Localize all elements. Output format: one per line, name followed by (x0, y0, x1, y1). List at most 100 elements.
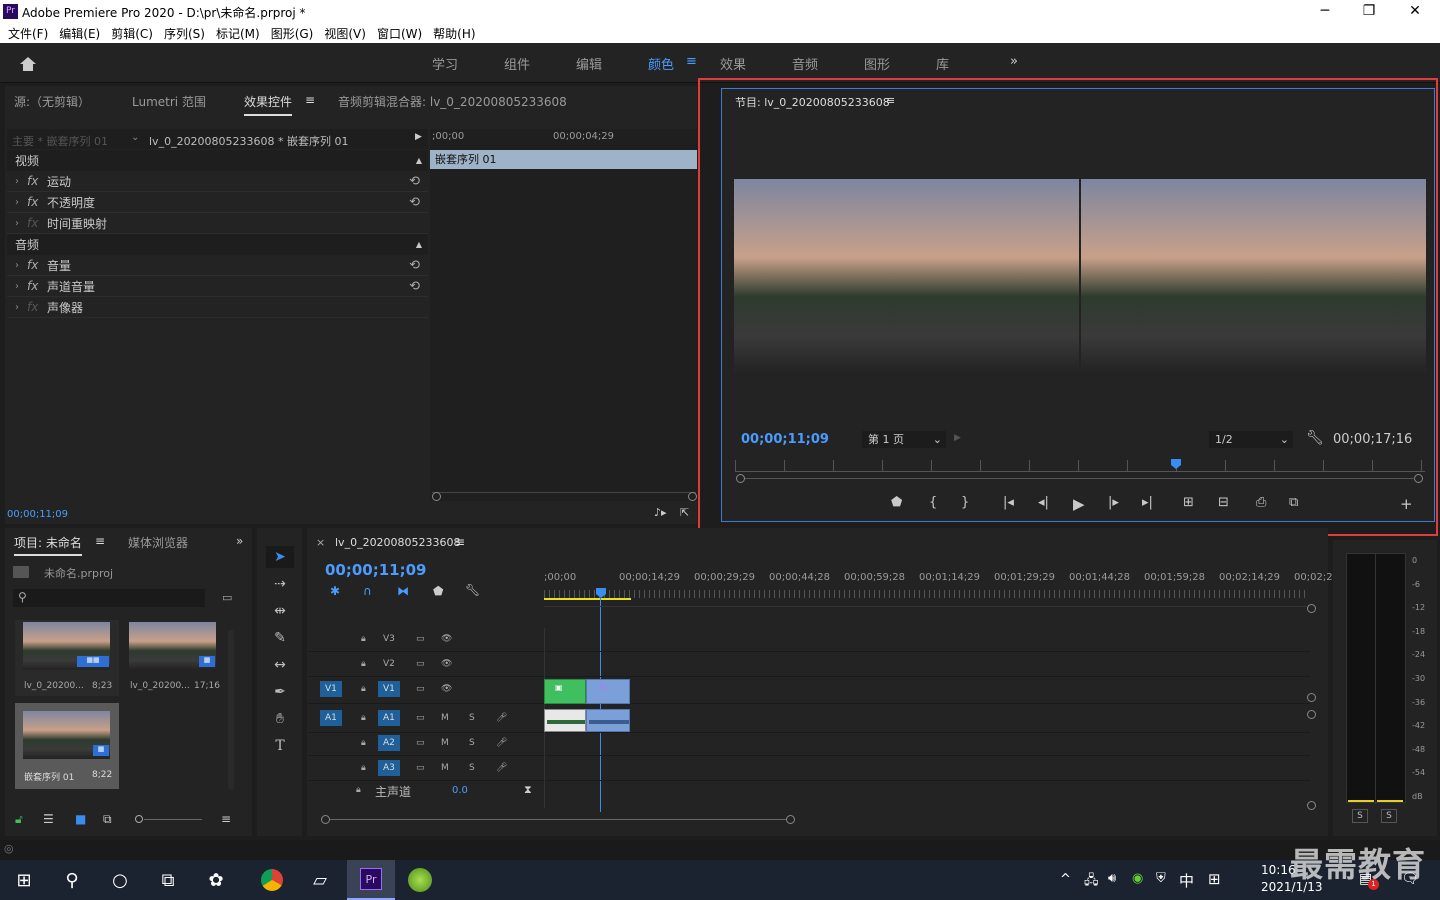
sequence-tab[interactable]: lv_0_20200805233608 (335, 536, 461, 549)
fx-icon[interactable]: fx (27, 195, 47, 209)
nested-audio-clip[interactable] (586, 709, 630, 732)
effect-row-channel-volume[interactable]: › fx 声道音量 ⟲ (7, 276, 428, 297)
effect-controls-menu-icon[interactable]: ≡ (305, 93, 315, 107)
page-select[interactable]: 第 1 页 ⌄ (862, 431, 946, 448)
ime-indicator[interactable]: 中 (1179, 870, 1194, 891)
add-marker-icon[interactable]: ⬟ (433, 584, 443, 598)
ime-mode-icon[interactable]: ⊞ (1208, 870, 1221, 888)
horizontal-scrollbar[interactable] (330, 819, 786, 820)
notepad-icon[interactable]: ▱ (296, 860, 344, 900)
mute-button[interactable]: M (436, 735, 454, 751)
windows-start-icon[interactable]: ⊞ (0, 860, 48, 900)
voice-over-icon[interactable]: 🎤︎ (491, 710, 512, 726)
chevron-down-icon[interactable]: ⌄ (131, 132, 139, 143)
program-title[interactable]: 节目: lv_0_20200805233608 (735, 94, 890, 110)
notes-icon[interactable]: ▤ 1 (1359, 871, 1379, 890)
lock-icon[interactable]: 🔓︎ (15, 812, 23, 827)
program-time-ruler[interactable] (735, 460, 1425, 472)
go-to-out-icon[interactable]: ▸| (1142, 495, 1153, 510)
master-volume-value[interactable]: 0.0 (452, 785, 468, 796)
master-clip-label[interactable]: 主要 * 嵌套序列 01 (12, 133, 108, 149)
project-menu-icon[interactable]: ≡ (95, 534, 105, 548)
menu-clip[interactable]: 剪辑(C) (111, 25, 153, 42)
sync-lock-icon[interactable]: ▭ (411, 656, 430, 672)
menu-help[interactable]: 帮助(H) (433, 25, 475, 42)
horizontal-zoom-handle[interactable] (786, 815, 795, 824)
lock-track-icon[interactable]: 🔒︎ (356, 735, 371, 751)
scroll-handle[interactable] (688, 492, 697, 501)
mark-out-icon[interactable]: } (961, 495, 969, 510)
lock-track-icon[interactable]: 🔒︎ (356, 760, 371, 776)
zoom-slider[interactable] (144, 819, 202, 820)
toggle-output-icon[interactable]: 👁︎ (436, 656, 457, 672)
vertical-zoom-handle[interactable] (1307, 710, 1316, 719)
tab-audio-clip-mixer[interactable]: 音频剪辑混合器: lv_0_20200805233608 (338, 93, 567, 110)
vertical-zoom-handle[interactable] (1307, 801, 1316, 810)
effect-timeline[interactable]: ;00;00 00;00;04;29 嵌套序列 01 (430, 129, 697, 501)
workspace-assembly[interactable]: 组件 (504, 54, 530, 73)
cortana-icon[interactable]: ○ (96, 860, 144, 900)
effect-row-time-remap[interactable]: › fx 时间重映射 (7, 213, 428, 234)
voice-over-icon[interactable]: 🎤︎ (491, 735, 512, 751)
solo-button[interactable]: S (464, 760, 480, 776)
tab-media-browser[interactable]: 媒体浏览器 (128, 534, 188, 551)
horizontal-zoom-handle[interactable] (321, 815, 330, 824)
ripple-edit-tool-icon[interactable]: ⇹ (266, 600, 294, 622)
zoom-handle[interactable] (1414, 474, 1423, 483)
project-item-selected[interactable]: ▦ 嵌套序列 01 8;22 (15, 703, 119, 789)
effect-controls-timecode[interactable]: 00;00;11;09 (7, 509, 68, 520)
solo-left-button[interactable]: S (1352, 809, 1368, 823)
track-row[interactable]: 🔒︎ A2 ▭ M S 🎤︎ (308, 732, 1310, 756)
project-item[interactable]: ▦ lv_0_20200... 17;16 (121, 620, 225, 696)
menu-graphics[interactable]: 图形(G) (271, 25, 314, 42)
effect-row-volume[interactable]: › fx 音量 ⟲ (7, 255, 428, 276)
sync-lock-icon[interactable]: ▭ (411, 681, 430, 697)
solo-right-button[interactable]: S (1381, 809, 1397, 823)
nested-sequence-clip[interactable]: fx (586, 679, 630, 704)
fx-icon[interactable]: fx (27, 279, 47, 293)
security-icon[interactable]: ⛨ (1156, 871, 1166, 886)
effect-row-opacity[interactable]: › fx 不透明度 ⟲ (7, 192, 428, 213)
track-target-a1[interactable]: A1 (378, 710, 400, 726)
step-back-icon[interactable]: ◂| (1038, 495, 1049, 510)
task-view-icon[interactable]: ⧉ (144, 860, 192, 900)
play-button-icon[interactable]: ▶ (1073, 495, 1085, 513)
extract-icon[interactable]: ⊟ (1218, 495, 1229, 510)
project-item[interactable]: ▦▦ lv_0_20200... 8;23 (15, 620, 119, 696)
lock-track-icon[interactable]: 🔒︎ (356, 710, 371, 726)
menu-file[interactable]: 文件(F) (8, 25, 48, 42)
find-bin-icon[interactable]: ▭ (222, 591, 232, 604)
voice-over-icon[interactable]: 🎤︎ (491, 760, 512, 776)
close-button[interactable]: ✕ (1392, 0, 1438, 23)
razor-tool-icon[interactable]: ✎ (266, 627, 294, 649)
linked-selection-icon[interactable]: ⧓ (397, 584, 409, 598)
lift-icon[interactable]: ⊞ (1183, 495, 1194, 510)
tab-source[interactable]: 源:（无剪辑） (14, 93, 90, 110)
timeline-timecode[interactable]: 00;00;11;09 (325, 561, 427, 579)
program-playhead-timecode[interactable]: 00;00;11;09 (741, 432, 829, 447)
collapse-icon[interactable]: ▲ (416, 240, 422, 249)
workspace-menu-icon[interactable]: ≡ (686, 54, 697, 69)
selection-tool-icon[interactable]: ➤ (266, 546, 294, 568)
workspace-more-icon[interactable]: » (1010, 54, 1018, 69)
expand-icon[interactable]: › (7, 281, 27, 292)
menu-view[interactable]: 视图(V) (324, 25, 366, 42)
volume-icon[interactable]: 🔊︎ (1108, 871, 1116, 886)
sync-lock-icon[interactable]: ▭ (411, 735, 430, 751)
workspace-effects[interactable]: 效果 (720, 54, 746, 73)
menu-marker[interactable]: 标记(M) (216, 25, 260, 42)
program-video-frame-right[interactable] (1081, 179, 1426, 375)
nest-toggle-icon[interactable]: ✱ (330, 584, 340, 598)
track-row[interactable]: V1 🔒︎ V1 ▭ 👁︎ (308, 678, 1310, 704)
workspace-learn[interactable]: 学习 (432, 54, 458, 73)
zoom-slider-handle[interactable] (135, 815, 143, 823)
fx-icon[interactable]: fx (27, 174, 47, 188)
toggle-output-icon[interactable]: 👁︎ (436, 631, 457, 647)
panel-more-icon[interactable]: » (236, 534, 243, 548)
expand-icon[interactable]: › (7, 176, 27, 187)
track-target-v2[interactable]: V2 (378, 656, 400, 672)
track-row[interactable]: 🔒︎ V3 ▭ 👁︎ (308, 628, 1310, 652)
track-target-v3[interactable]: V3 (378, 631, 400, 647)
track-row[interactable]: 🔒︎ A3 ▭ M S 🎤︎ (308, 757, 1310, 781)
scroll-handle[interactable] (432, 492, 441, 501)
